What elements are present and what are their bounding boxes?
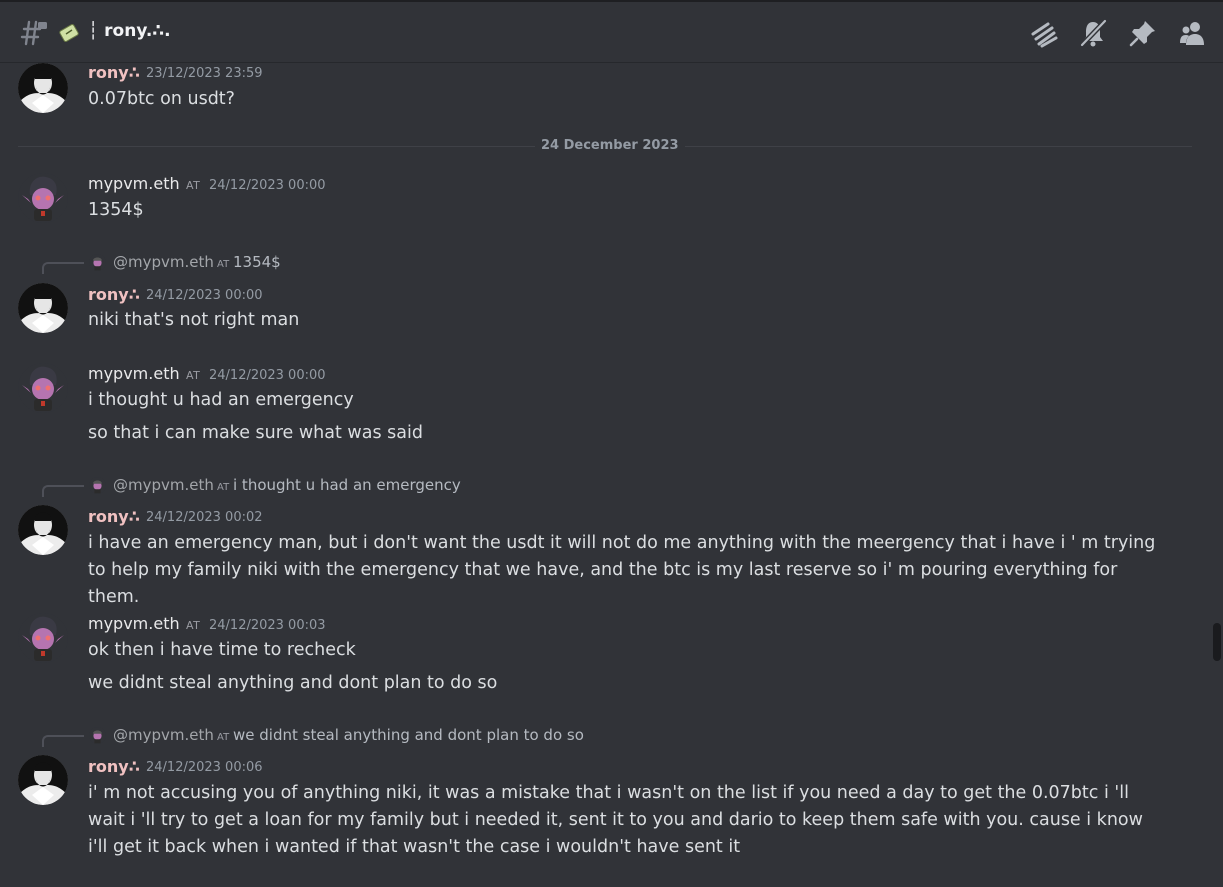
message-text: i' m not accusing you of anything niki, …: [88, 783, 1143, 857]
timestamp: 24/12/2023 00:00: [209, 368, 326, 383]
reply-avatar: [89, 477, 106, 494]
reply-avatar: [89, 727, 106, 744]
timestamp: 24/12/2023 00:06: [146, 760, 263, 775]
server-tag: AT: [186, 369, 201, 382]
reply-mention[interactable]: @mypvm.eth: [113, 476, 214, 494]
author-name[interactable]: rony∴: [88, 285, 140, 304]
timestamp: 24/12/2023 00:00: [146, 288, 263, 303]
timestamp: 24/12/2023 00:00: [209, 178, 326, 193]
reply-mention[interactable]: @mypvm.eth: [113, 253, 214, 271]
timestamp: 24/12/2023 00:03: [209, 618, 326, 633]
pin-icon[interactable]: [1128, 18, 1158, 48]
reply-connector: [42, 735, 84, 747]
message-text: so that i can make sure what was said: [88, 423, 423, 443]
message-text: we didnt steal anything and dont plan to…: [88, 673, 498, 693]
author-name[interactable]: mypvm.eth: [88, 364, 180, 383]
message-text: 0.07btc on usdt?: [88, 89, 235, 109]
reply-connector: [42, 485, 84, 497]
message-feed[interactable]: rony∴ 23/12/2023 23:59 0.07btc on usdt? …: [0, 63, 1223, 887]
members-icon[interactable]: [1178, 18, 1208, 48]
threads-icon[interactable]: [1028, 18, 1058, 48]
avatar[interactable]: [18, 63, 68, 113]
message-text: i have an emergency man, but i don't wan…: [88, 533, 1156, 607]
timestamp: 23/12/2023 23:59: [146, 66, 263, 81]
mute-bell-icon[interactable]: [1078, 18, 1108, 48]
server-tag: AT: [186, 179, 201, 192]
author-name[interactable]: mypvm.eth: [88, 174, 180, 193]
author-name[interactable]: mypvm.eth: [88, 614, 180, 633]
message-text: ok then i have time to recheck: [88, 640, 356, 660]
reply-server-tag: AT: [217, 259, 230, 270]
avatar[interactable]: [18, 283, 68, 333]
ticket-emoji-icon: [59, 24, 79, 42]
author-name[interactable]: rony∴: [88, 507, 140, 526]
message-text: i thought u had an emergency: [88, 390, 354, 410]
server-tag: AT: [186, 619, 201, 632]
reply-avatar: [89, 254, 106, 271]
reply-mention[interactable]: @mypvm.eth: [113, 726, 214, 744]
reply-server-tag: AT: [217, 482, 230, 493]
author-name[interactable]: rony∴: [88, 757, 140, 776]
message-text: 1354$: [88, 200, 144, 220]
avatar[interactable]: [18, 613, 68, 663]
scrollbar-thumb[interactable]: [1213, 623, 1221, 661]
timestamp: 24/12/2023 00:02: [146, 510, 263, 525]
author-name[interactable]: rony∴: [88, 63, 140, 82]
reply-preview-text[interactable]: i thought u had an emergency: [233, 476, 461, 494]
text-channel-locked-icon: [20, 20, 47, 46]
reply-server-tag: AT: [217, 732, 230, 743]
message-text: niki that's not right man: [88, 310, 300, 330]
avatar[interactable]: [18, 755, 68, 805]
reply-preview-text[interactable]: 1354$: [233, 253, 281, 271]
avatar[interactable]: [18, 173, 68, 223]
reply-preview-text[interactable]: we didnt steal anything and dont plan to…: [233, 726, 584, 744]
date-divider: 24 December 2023: [535, 138, 685, 153]
channel-name: ┆ rony.∴.: [88, 21, 171, 41]
avatar[interactable]: [18, 505, 68, 555]
avatar[interactable]: [18, 363, 68, 413]
channel-header: ┆ rony.∴.: [0, 0, 1223, 63]
reply-connector: [42, 262, 84, 274]
